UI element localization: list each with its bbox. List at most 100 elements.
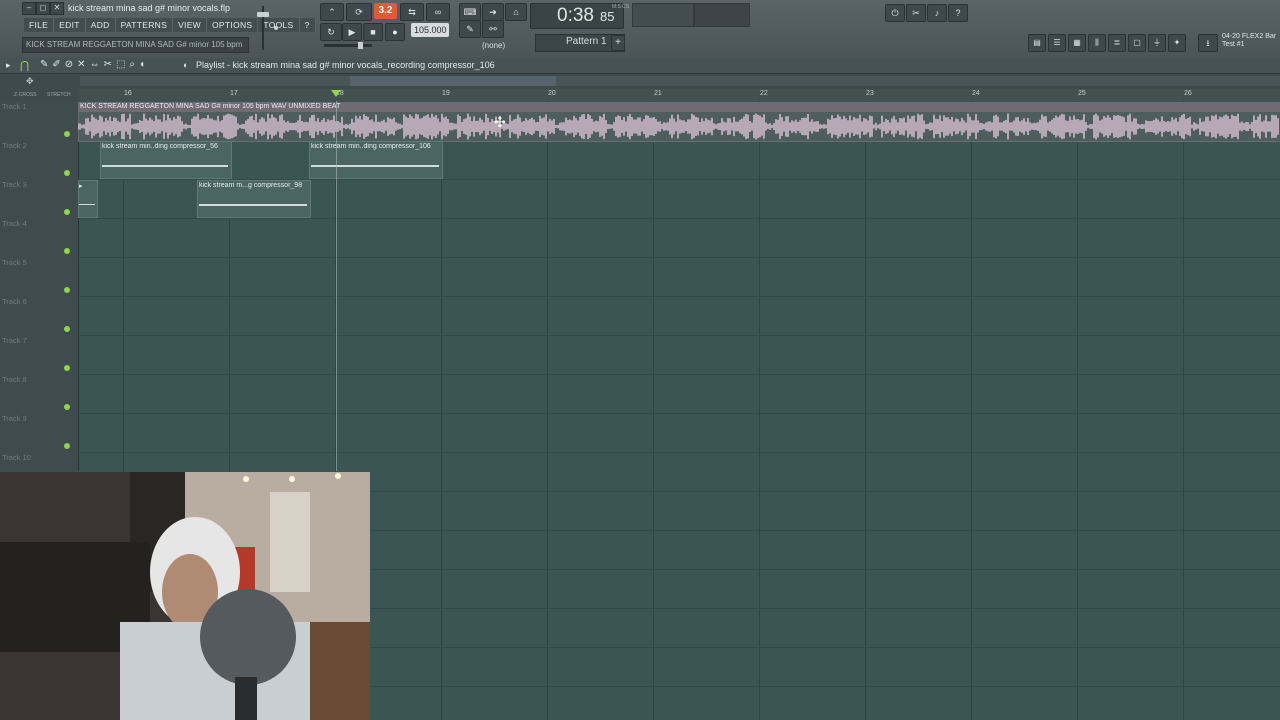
bar-number: 22 — [760, 90, 768, 97]
bar-number: 17 — [230, 90, 238, 97]
plugin-picker-icon[interactable]: ▢ — [1128, 34, 1146, 52]
magnet-snap-icon[interactable]: ⋂ — [20, 59, 29, 72]
pencil-icon[interactable]: ✎ — [459, 20, 481, 38]
master-pitch-knob[interactable] — [274, 26, 278, 30]
menu-edit[interactable]: EDIT — [54, 18, 86, 32]
playlist-tools: ✎ ✐ ⊘ ✕ ⇔ ✂ ⬚ ⌕ ◖ — [40, 59, 145, 70]
webcam-video — [0, 472, 370, 720]
stop-button[interactable]: ■ — [363, 23, 383, 41]
tempo-tapper-icon[interactable]: ✦ — [1168, 34, 1186, 52]
plug-icon[interactable]: ⏚ — [1148, 34, 1166, 52]
playlist-menu-arrow-icon[interactable]: ▸ — [6, 60, 11, 71]
track-mute-toggle[interactable] — [64, 209, 70, 215]
main-pitch-handle[interactable] — [358, 42, 363, 49]
count-in-indicator[interactable]: 3.2 — [374, 3, 397, 19]
flex-news-panel[interactable]: 04-20 FLEX2 Bar Test #1 — [1222, 33, 1276, 49]
track-mute-toggle[interactable] — [64, 404, 70, 410]
channel-rack-icon[interactable]: ☰ — [1048, 34, 1066, 52]
cut-tool-icon[interactable]: ✂ — [906, 4, 926, 22]
menu-file[interactable]: FILE — [24, 18, 55, 32]
paint-tool-icon[interactable]: ✐ — [52, 59, 60, 70]
audio-clip-track3-b-waveform — [199, 204, 307, 206]
track-mute-toggle[interactable] — [64, 287, 70, 293]
track-name[interactable]: Track 7 — [2, 336, 27, 345]
track-name[interactable]: Track 8 — [2, 375, 27, 384]
menu-view[interactable]: VIEW — [173, 18, 207, 32]
minimize-icon[interactable]: – — [22, 2, 36, 15]
track-gridline — [78, 452, 1280, 453]
flex-news-line2: Test #1 — [1222, 41, 1245, 48]
pan-cross-icon[interactable]: ✥ — [26, 76, 34, 87]
snap-selector[interactable]: (none) — [482, 41, 505, 50]
zero-cross-toggle[interactable]: Z-CROSS — [14, 92, 37, 98]
track-name[interactable]: Track 6 — [2, 297, 27, 306]
piano-roll-icon[interactable]: ▦ — [1068, 34, 1086, 52]
track-mute-toggle[interactable] — [64, 326, 70, 332]
download-icon[interactable]: ⭳ — [1198, 34, 1218, 52]
track-mute-toggle[interactable] — [64, 365, 70, 371]
bar-number: 16 — [124, 90, 132, 97]
track-gridline — [78, 413, 1280, 414]
record-button[interactable]: ● — [385, 23, 405, 41]
loop-record-icon[interactable]: ∞ — [426, 3, 450, 21]
stretch-toggle[interactable]: STRETCH — [47, 92, 71, 98]
help-icon[interactable]: ? — [948, 4, 968, 22]
step-edit-icon[interactable]: ➜ — [482, 3, 504, 21]
track-name[interactable]: Track 10 — [2, 453, 31, 462]
playhead-marker[interactable] — [331, 90, 341, 97]
clip-arrow-icon: ▸ — [79, 183, 83, 190]
track-mute-toggle[interactable] — [64, 248, 70, 254]
draw-tool-icon[interactable]: ✎ — [40, 59, 48, 70]
menu-help[interactable]: ? — [299, 18, 316, 32]
track-name[interactable]: Track 2 — [2, 141, 27, 150]
main-pitch-slider[interactable] — [324, 44, 372, 47]
zoom-tool-icon[interactable]: ⌕ — [129, 59, 135, 70]
scrollbar-thumb[interactable] — [350, 76, 556, 86]
playlist-arrow-icon[interactable]: ◐ — [183, 60, 188, 70]
track-name[interactable]: Track 3 — [2, 180, 27, 189]
metronome-bell-icon[interactable]: ⌂ — [505, 3, 527, 21]
track-gridline — [78, 218, 1280, 219]
play-button[interactable]: ▶ — [342, 23, 362, 41]
menu-add[interactable]: ADD — [85, 18, 116, 32]
undo-history-icon[interactable]: ⏻ — [885, 4, 905, 22]
bar-number: 21 — [654, 90, 662, 97]
select-tool-icon[interactable]: ⬚ — [116, 59, 125, 70]
mute-tool-icon[interactable]: ✕ — [77, 59, 85, 70]
time-display-unit: M:S:CS — [612, 4, 630, 10]
bar-number: 25 — [1078, 90, 1086, 97]
typing-keyboard-icon[interactable]: ⌨ — [459, 3, 481, 21]
restore-icon[interactable]: ◻ — [36, 2, 50, 15]
track-gridline — [78, 374, 1280, 375]
horizontal-scrollbar[interactable] — [80, 76, 1280, 86]
track-mute-toggle[interactable] — [64, 170, 70, 176]
track-name[interactable]: Track 1 — [2, 102, 27, 111]
metronome-icon[interactable]: ⌃ — [320, 3, 344, 21]
track-mute-toggle[interactable] — [64, 131, 70, 137]
audio-clip-track3-b-title: kick stream m...g compressor_98 — [199, 182, 303, 189]
wait-input-icon[interactable]: ⟳ — [346, 3, 372, 21]
menu-patterns[interactable]: PATTERNS — [115, 18, 174, 32]
close-icon[interactable]: ✕ — [50, 2, 64, 15]
menu-options[interactable]: OPTIONS — [207, 18, 259, 32]
add-pattern-icon[interactable]: + — [611, 35, 625, 51]
slip-tool-icon[interactable]: ⇔ — [90, 59, 100, 70]
pattern-song-toggle-icon[interactable]: ↻ — [320, 23, 342, 41]
track-gridline — [78, 257, 1280, 258]
master-volume-knob[interactable] — [257, 12, 269, 17]
browser-icon[interactable]: ≣ — [1108, 34, 1126, 52]
track-mute-toggle[interactable] — [64, 443, 70, 449]
playback-tool-icon[interactable]: ◖ — [139, 59, 145, 70]
slice-tool-icon[interactable]: ✂ — [104, 59, 112, 70]
link-icon[interactable]: ⚯ — [482, 20, 504, 38]
track-name[interactable]: Track 5 — [2, 258, 27, 267]
cpu-monitor — [632, 3, 694, 27]
mixer-icon[interactable]: ⫼ — [1088, 34, 1106, 52]
track-name[interactable]: Track 9 — [2, 414, 27, 423]
track-name[interactable]: Track 4 — [2, 219, 27, 228]
microphone-icon[interactable]: ♪ — [927, 4, 947, 22]
menu-tools[interactable]: TOOLS — [258, 18, 300, 32]
blend-notes-icon[interactable]: ⇆ — [400, 3, 424, 21]
playlist-window-icon[interactable]: ▤ — [1028, 34, 1046, 52]
delete-tool-icon[interactable]: ⊘ — [65, 59, 73, 70]
